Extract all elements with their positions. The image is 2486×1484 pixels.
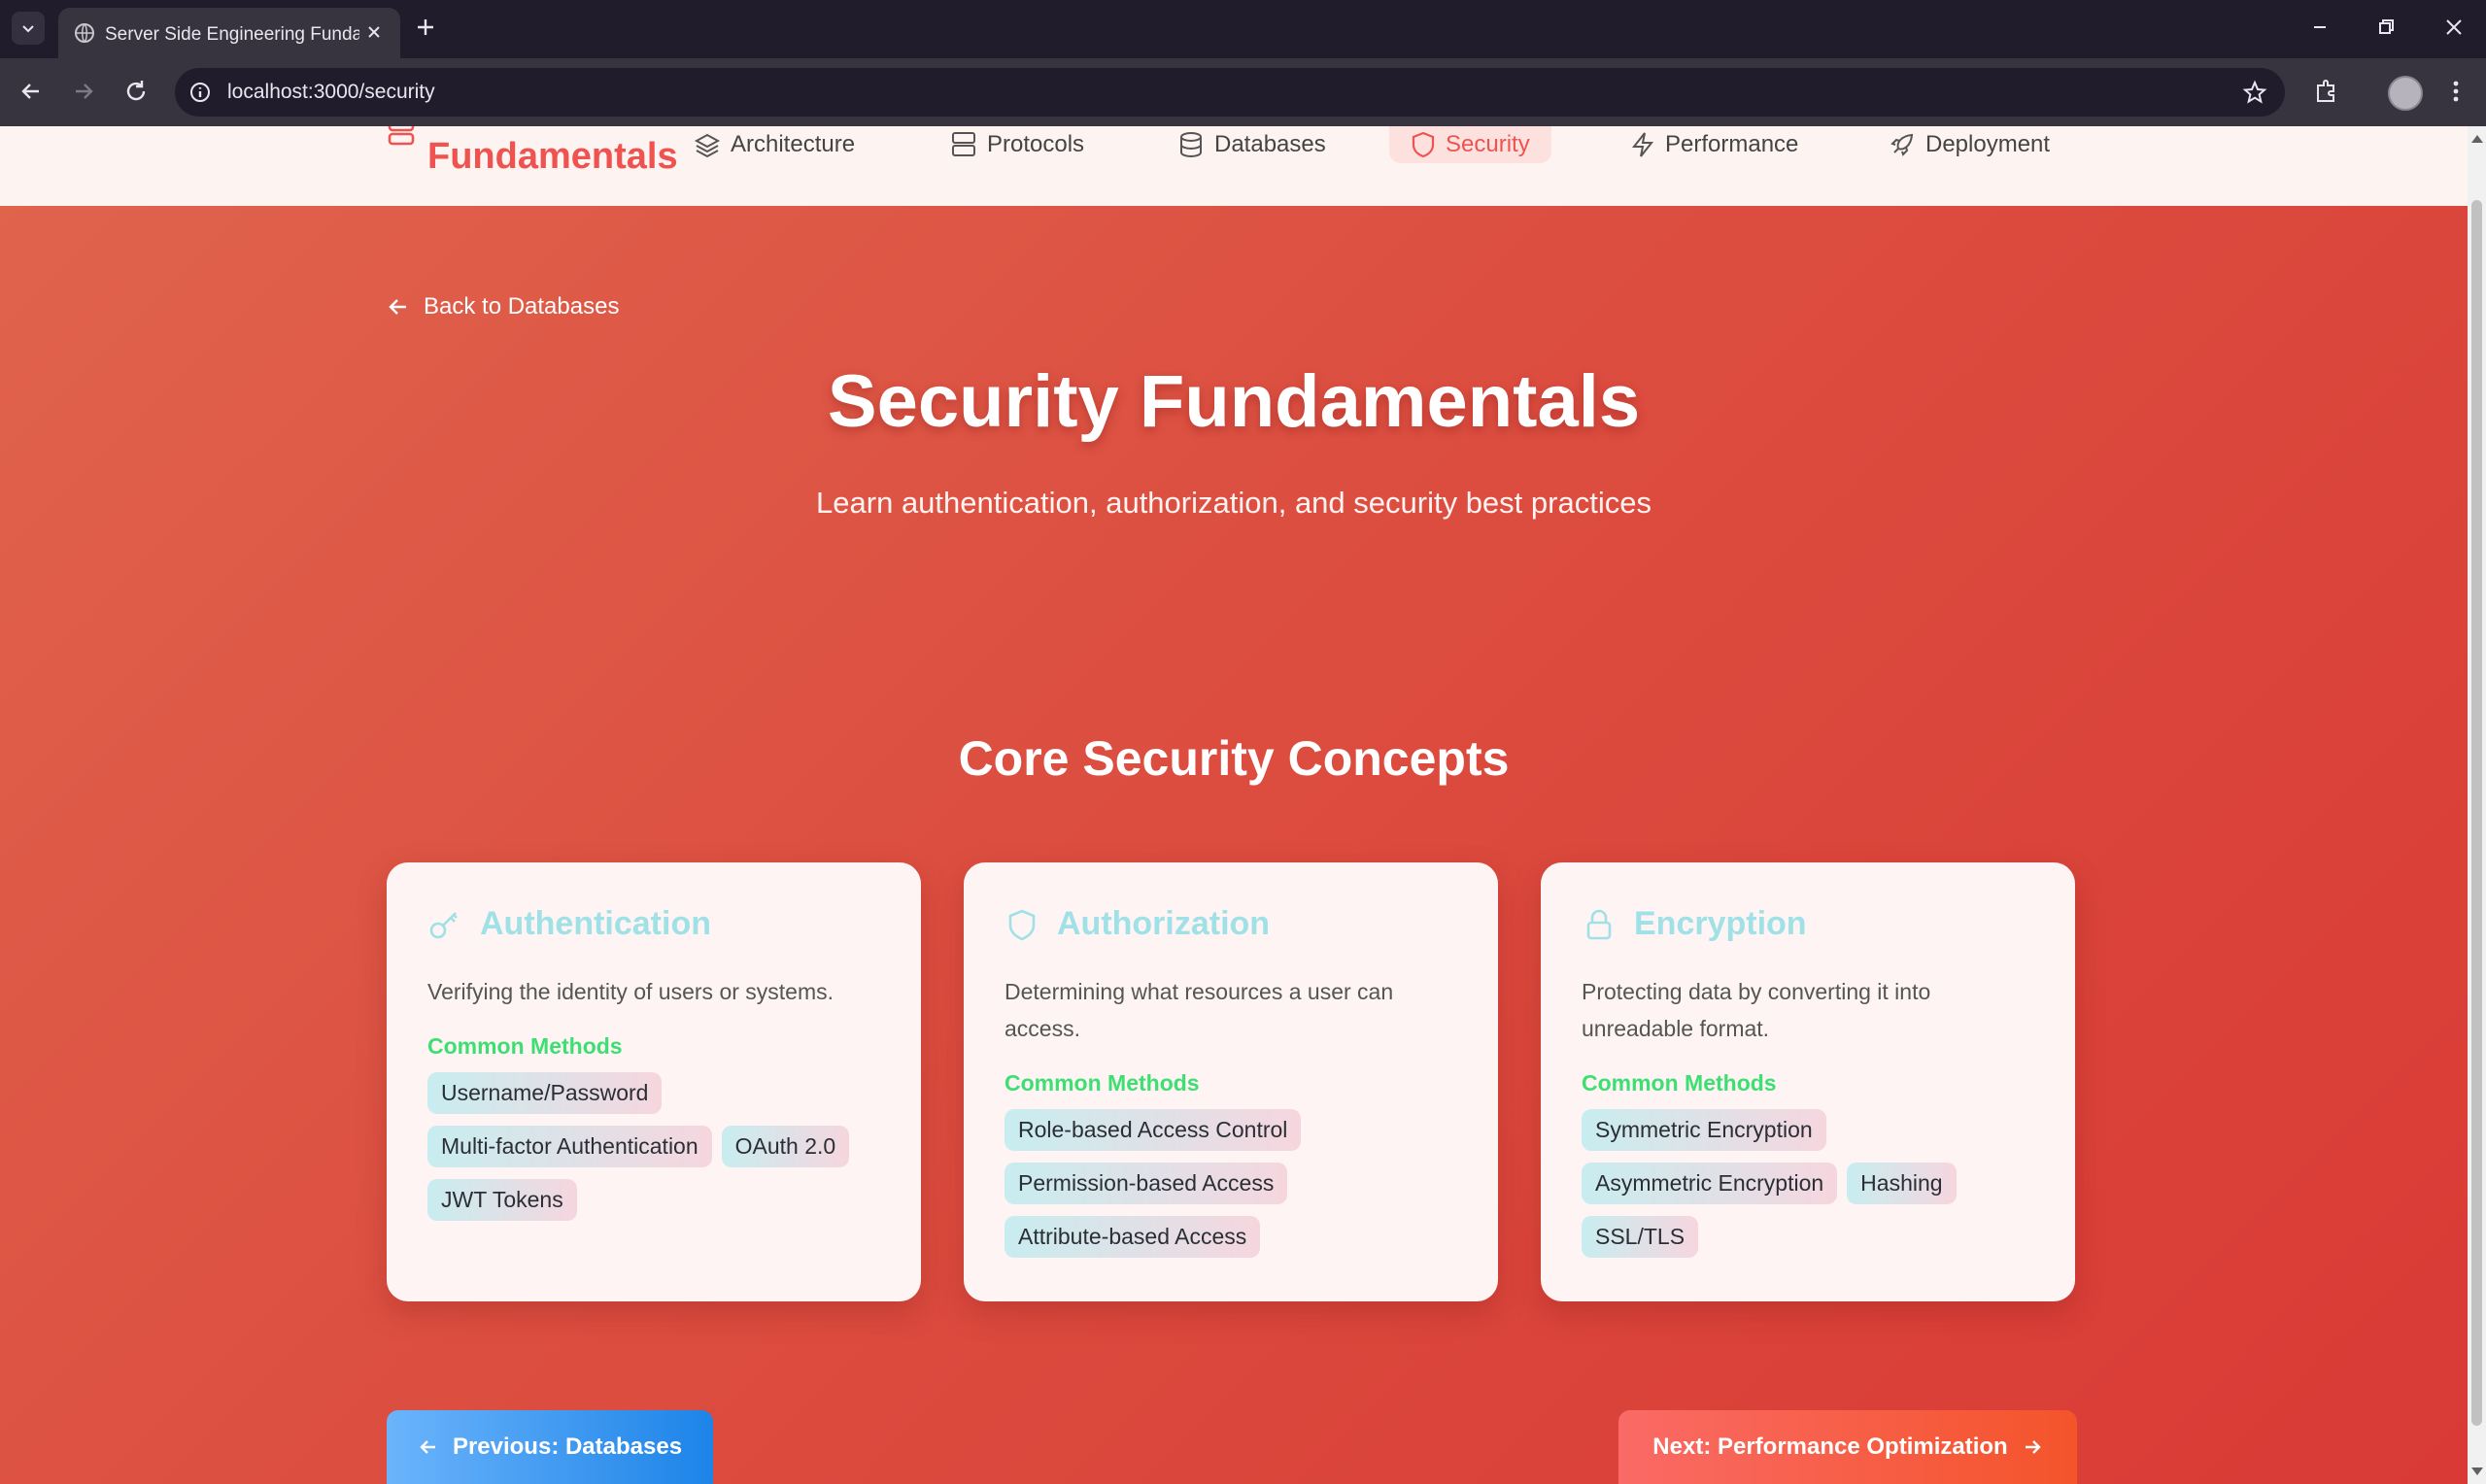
site-info-icon[interactable]	[188, 81, 212, 104]
method-chip: Role-based Access Control	[1005, 1109, 1302, 1151]
tab-search-button[interactable]	[12, 12, 45, 45]
nav-item-databases[interactable]: Databases	[1177, 126, 1326, 163]
nav-item-security[interactable]: Security	[1389, 126, 1551, 163]
nav-item-architecture[interactable]: Architecture	[694, 126, 855, 163]
globe-icon	[75, 23, 94, 43]
url-text: localhost:3000/security	[227, 81, 435, 103]
methods-list: Role-based Access Control Permission-bas…	[1005, 1109, 1471, 1258]
shield-icon	[1412, 131, 1435, 158]
new-tab-plus-icon[interactable]	[412, 14, 439, 41]
tab-title: Server Side Engineering Fundamentals	[105, 24, 359, 45]
back-arrow-icon[interactable]	[17, 78, 45, 105]
back-link-label: Back to Databases	[424, 293, 620, 320]
database-icon	[1180, 132, 1202, 158]
layers-icon	[694, 133, 721, 158]
nav-item-deployment[interactable]: Deployment	[1889, 126, 2050, 163]
method-chip: Hashing	[1847, 1163, 1957, 1204]
previous-button-label: Previous: Databases	[452, 1433, 683, 1460]
nav-item-label: Performance	[1665, 131, 1799, 157]
scroll-down-arrow-icon[interactable]	[2471, 1467, 2483, 1476]
method-chip: Asymmetric Encryption	[1582, 1163, 1838, 1204]
methods-label: Common Methods	[1582, 1070, 1777, 1096]
methods-label: Common Methods	[1005, 1070, 1200, 1096]
method-chip: Permission-based Access	[1005, 1163, 1288, 1204]
arrow-left-icon	[420, 1440, 435, 1454]
page-content: Fundamentals Architecture Protocols Data…	[0, 126, 2468, 1484]
window-close-icon[interactable]	[2442, 16, 2466, 39]
method-chip: OAuth 2.0	[721, 1126, 850, 1167]
method-chip: Multi-factor Authentication	[427, 1126, 712, 1167]
card-description: Verifying the identity of users or syste…	[427, 979, 834, 1004]
methods-list: Username/Password Multi-factor Authentic…	[427, 1072, 894, 1221]
scroll-up-arrow-icon[interactable]	[2471, 134, 2483, 144]
zap-icon	[1631, 132, 1654, 157]
card-title: Authorization	[1057, 905, 1271, 942]
nav-item-performance[interactable]: Performance	[1630, 126, 1798, 163]
back-to-databases-link[interactable]: Back to Databases	[387, 293, 619, 320]
card-title: Encryption	[1634, 905, 1807, 942]
profile-avatar[interactable]	[2388, 76, 2423, 111]
nav-item-label: Protocols	[987, 131, 1085, 157]
card-header: Encryption	[1582, 905, 1807, 943]
nav-item-label: Architecture	[731, 131, 856, 157]
scrollbar-thumb[interactable]	[2471, 200, 2482, 1426]
concept-card-authorization: Authorization Determining what resources…	[964, 862, 1498, 1301]
concept-card-encryption: Encryption Protecting data by converting…	[1541, 862, 2075, 1301]
site-navbar: Fundamentals Architecture Protocols Data…	[0, 126, 2468, 206]
address-bar[interactable]: localhost:3000/security	[175, 68, 2285, 117]
next-page-button[interactable]: Next: Performance Optimization	[1618, 1410, 2077, 1484]
card-description: Determining what resources a user can ac…	[1005, 979, 1394, 1041]
rocket-icon	[1890, 133, 1914, 156]
page-title: Security Fundamentals	[827, 360, 1641, 443]
method-chip: Attribute-based Access	[1005, 1216, 1261, 1258]
card-description: Protecting data by converting it into un…	[1582, 979, 1931, 1041]
nav-item-label: Security	[1446, 131, 1530, 157]
bookmark-star-icon[interactable]	[2242, 80, 2267, 105]
method-chip: JWT Tokens	[427, 1179, 577, 1221]
method-chip: SSL/TLS	[1582, 1216, 1699, 1258]
arrow-left-icon	[389, 299, 406, 315]
shield-icon	[1008, 909, 1036, 940]
extensions-icon[interactable]	[2312, 78, 2339, 105]
previous-page-button[interactable]: Previous: Databases	[387, 1410, 713, 1484]
card-header: Authentication	[427, 905, 711, 943]
restore-icon[interactable]	[2374, 16, 2398, 39]
nav-item-protocols[interactable]: Protocols	[950, 126, 1084, 163]
more-menu-icon[interactable]	[2444, 78, 2468, 105]
chevron-down-icon	[22, 25, 34, 33]
server-icon	[952, 132, 975, 156]
close-icon[interactable]	[363, 21, 385, 43]
nav-item-label: Databases	[1214, 131, 1326, 157]
method-chip: Symmetric Encryption	[1582, 1109, 1826, 1151]
server-icon	[388, 126, 415, 146]
browser-tab-strip: Server Side Engineering Fundamentals	[0, 0, 2486, 58]
nav-item-label: Deployment	[1925, 131, 2051, 157]
minimize-icon[interactable]	[2308, 16, 2332, 39]
browser-tab[interactable]: Server Side Engineering Fundamentals	[58, 8, 400, 58]
concept-card-authentication: Authentication Verifying the identity of…	[387, 862, 921, 1301]
arrow-right-icon	[2025, 1440, 2041, 1454]
card-title: Authentication	[480, 905, 711, 942]
method-chip: Username/Password	[427, 1072, 663, 1114]
reload-icon[interactable]	[122, 78, 150, 105]
next-button-label: Next: Performance Optimization	[1652, 1433, 2008, 1460]
page-scrollbar[interactable]	[2468, 126, 2486, 1484]
lock-icon	[1586, 909, 1612, 939]
forward-arrow-icon[interactable]	[70, 78, 97, 105]
methods-list: Symmetric Encryption Asymmetric Encrypti…	[1582, 1109, 2048, 1258]
card-header: Authorization	[1005, 905, 1270, 943]
page-subtitle: Learn authentication, authorization, and…	[816, 486, 1652, 520]
methods-label: Common Methods	[427, 1033, 623, 1059]
section-title: Core Security Concepts	[958, 731, 1510, 786]
key-icon	[429, 911, 458, 938]
site-brand[interactable]: Fundamentals	[427, 136, 678, 178]
